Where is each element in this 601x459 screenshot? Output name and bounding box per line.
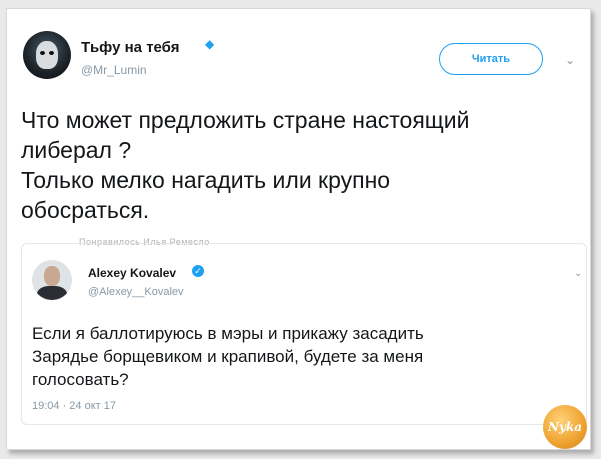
quoted-tweet[interactable]: Alexey Kovalev ✓ @Alexey__Kovalev ⌄ Если… xyxy=(21,243,587,425)
quoted-tweet-text: Если я баллотируюсь в мэры и прикажу зас… xyxy=(32,324,424,389)
verified-check-icon: ✓ xyxy=(192,265,204,277)
verified-diamond-icon: ◆ xyxy=(205,37,215,51)
watermark-logo: Nyka xyxy=(543,405,587,449)
author-handle[interactable]: @Mr_Lumin xyxy=(81,63,147,77)
quoted-author-name[interactable]: Alexey Kovalev xyxy=(88,266,176,280)
author-name[interactable]: Тьфу на тебя xyxy=(81,39,180,56)
quoted-author-handle[interactable]: @Alexey__Kovalev xyxy=(88,286,184,298)
author-avatar[interactable] xyxy=(23,31,71,79)
tweet-card: Тьфу на тебя ◆ @Mr_Lumin Читать ⌄ Что мо… xyxy=(6,8,591,450)
follow-button[interactable]: Читать xyxy=(439,43,543,75)
chevron-down-icon[interactable]: ⌄ xyxy=(565,53,575,67)
quoted-author-avatar[interactable] xyxy=(32,260,72,300)
tweet-text: Что может предложить стране настоящий ли… xyxy=(21,107,470,223)
quoted-tweet-timestamp[interactable]: 19:04 · 24 окт 17 xyxy=(32,400,116,412)
chevron-down-icon[interactable]: ⌄ xyxy=(574,268,582,279)
